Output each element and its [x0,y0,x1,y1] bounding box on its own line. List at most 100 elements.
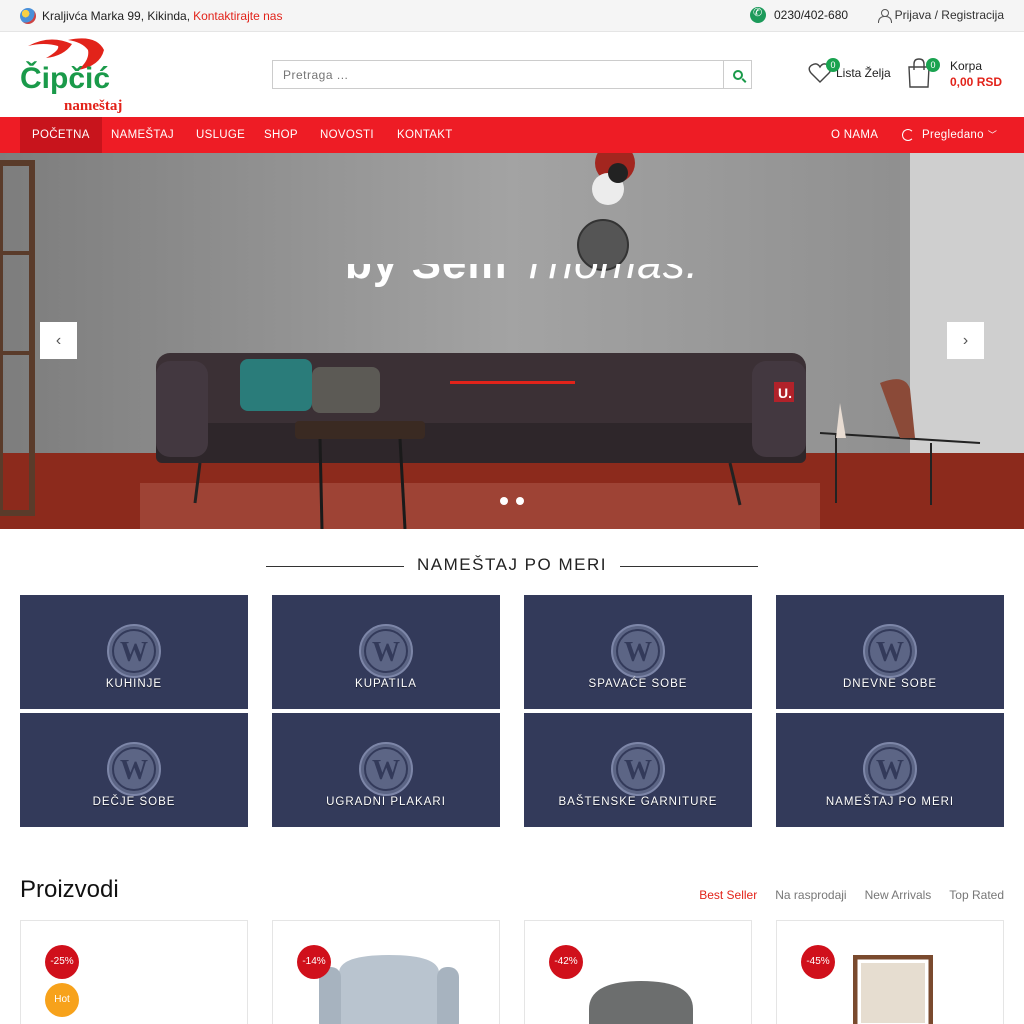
tab-new-arrivals[interactable]: New Arrivals [865,888,932,902]
wordpress-icon: W [611,742,665,796]
tab-na-rasprodaji[interactable]: Na rasprodaji [775,888,846,902]
main-nav: POČETNA NAMEŠTAJ USLUGE SHOP NOVOSTI KON… [0,117,1024,153]
phone-number: 0230/402-680 [774,8,849,22]
cart-link[interactable]: 0 Korpa 0,00 RSD [906,58,1002,90]
divider [620,566,758,567]
nav-item-shop[interactable]: SHOP [264,117,298,153]
hot-badge: Hot [45,983,79,1017]
discount-badge: -42% [549,945,583,979]
nav-item-pocetna[interactable]: POČETNA [20,117,102,153]
phone-icon [750,6,766,23]
category-label: NAMEŠTAJ PO MERI [825,796,955,808]
slider-dots [500,497,524,505]
logo-main-text: Čipčić [20,61,110,95]
category-label: DEČJE SOBE [92,796,176,808]
nav-item-namestaj[interactable]: NAMEŠTAJ [111,117,174,153]
discount-badge: -25% [45,945,79,979]
nav-item-novosti[interactable]: NOVOSTI [320,117,374,153]
category-label: KUPATILA [355,678,417,690]
hero-slider: U. by Sem Thomas. ‹ › [0,153,1024,529]
tile-kupatila[interactable]: W KUPATILA [272,595,500,709]
wordpress-icon: W [863,742,917,796]
address-block: Kraljivća Marka 99, Kikinda, Kontaktiraj… [20,8,282,24]
slider-dot[interactable] [516,497,524,505]
wordpress-icon: W [107,624,161,678]
location-icon [20,8,36,24]
tile-spavace-sobe[interactable]: W SPAVAĆE SOBE [524,595,752,709]
discount-badge: -45% [801,945,835,979]
section-heading: NAMEŠTAJ PO MERI [0,555,1024,575]
tab-top-rated[interactable]: Top Rated [949,888,1004,902]
svg-text:W: W [372,637,400,668]
chevron-down-icon: ﹀ [987,130,998,140]
tile-ugradni-plakari[interactable]: W UGRADNI PLAKARI [272,713,500,827]
wordpress-icon: W [359,742,413,796]
chevron-right-icon: › [962,331,969,349]
product-card[interactable]: -14% [272,920,500,1024]
search-button[interactable] [723,61,751,88]
contact-link[interactable]: Kontaktirajte nas [193,9,282,23]
product-image [853,955,933,1024]
slider-prev-button[interactable]: ‹ [40,322,77,359]
login-link[interactable]: Prijava / Registracija [877,8,1004,23]
product-card[interactable]: -25% Hot [20,920,248,1024]
category-label: SPAVAĆE SOBE [588,678,688,690]
tile-kuhinje[interactable]: W KUHINJE [20,595,248,709]
svg-text:W: W [876,637,904,668]
product-image [589,981,693,1024]
products-title: Proizvodi [20,876,119,903]
tile-decje-sobe[interactable]: W DEČJE SOBE [20,713,248,827]
hero-image: U. [0,153,1024,529]
product-tabs: Best Seller Na rasprodaji New Arrivals T… [699,888,1004,902]
search-bar [272,60,752,89]
user-icon [877,9,892,23]
svg-text:W: W [120,755,148,786]
nav-item-usluge[interactable]: USLUGE [196,117,245,153]
svg-text:W: W [372,755,400,786]
wordpress-icon: W [863,624,917,678]
top-bar: Kraljivća Marka 99, Kikinda, Kontaktiraj… [0,0,1024,32]
tile-bastenske-garniture[interactable]: W BAŠTENSKE GARNITURE [524,713,752,827]
logo-sub-text: nameštaj [64,98,122,114]
tile-namestaj-po-meri[interactable]: W NAMEŠTAJ PO MERI [776,713,1004,827]
wordpress-icon: W [611,624,665,678]
product-card[interactable]: -45% [776,920,1004,1024]
slider-next-button[interactable]: › [947,322,984,359]
category-label: UGRADNI PLAKARI [326,796,446,808]
section-title: NAMEŠTAJ PO MERI [417,555,607,574]
wishlist-count-badge: 0 [826,58,840,72]
slider-dot[interactable] [500,497,508,505]
tile-dnevne-sobe[interactable]: W DNEVNE SOBE [776,595,1004,709]
login-label: Prijava / Registracija [894,8,1004,22]
nav-item-o-nama[interactable]: O NAMA [831,117,878,153]
wishlist-link[interactable]: 0 Lista Želja [808,58,891,84]
viewed-dropdown[interactable]: Pregledano ﹀ [902,117,997,153]
history-icon [902,128,914,141]
tab-best-seller[interactable]: Best Seller [699,888,757,902]
nav-item-kontakt[interactable]: KONTAKT [397,117,453,153]
search-input[interactable] [273,61,723,88]
cart-label: Korpa [950,59,983,73]
phone-block[interactable]: 0230/402-680 [750,6,849,23]
wordpress-icon: W [107,742,161,796]
category-label: KUHINJE [105,678,163,690]
viewed-label: Pregledano [922,129,984,141]
wordpress-icon: W [359,624,413,678]
chevron-left-icon: ‹ [55,331,62,349]
product-card[interactable]: -42% [524,920,752,1024]
cart-total: 0,00 RSD [950,75,1003,89]
cart-summary: Korpa 0,00 RSD [950,58,1002,90]
svg-text:W: W [624,637,652,668]
category-label: DNEVNE SOBE [842,678,938,690]
search-icon [732,69,743,80]
svg-text:U.: U. [778,385,792,401]
category-label: BAŠTENSKE GARNITURE [558,796,718,808]
cart-count-badge: 0 [926,58,940,72]
discount-badge: -14% [297,945,331,979]
svg-text:W: W [120,637,148,668]
address-text: Kraljivća Marka 99, Kikinda, [42,9,191,23]
wishlist-label: Lista Želja [836,66,891,80]
divider [266,566,404,567]
svg-text:W: W [876,755,904,786]
logo[interactable]: Čipčić nameštaj [20,38,135,114]
